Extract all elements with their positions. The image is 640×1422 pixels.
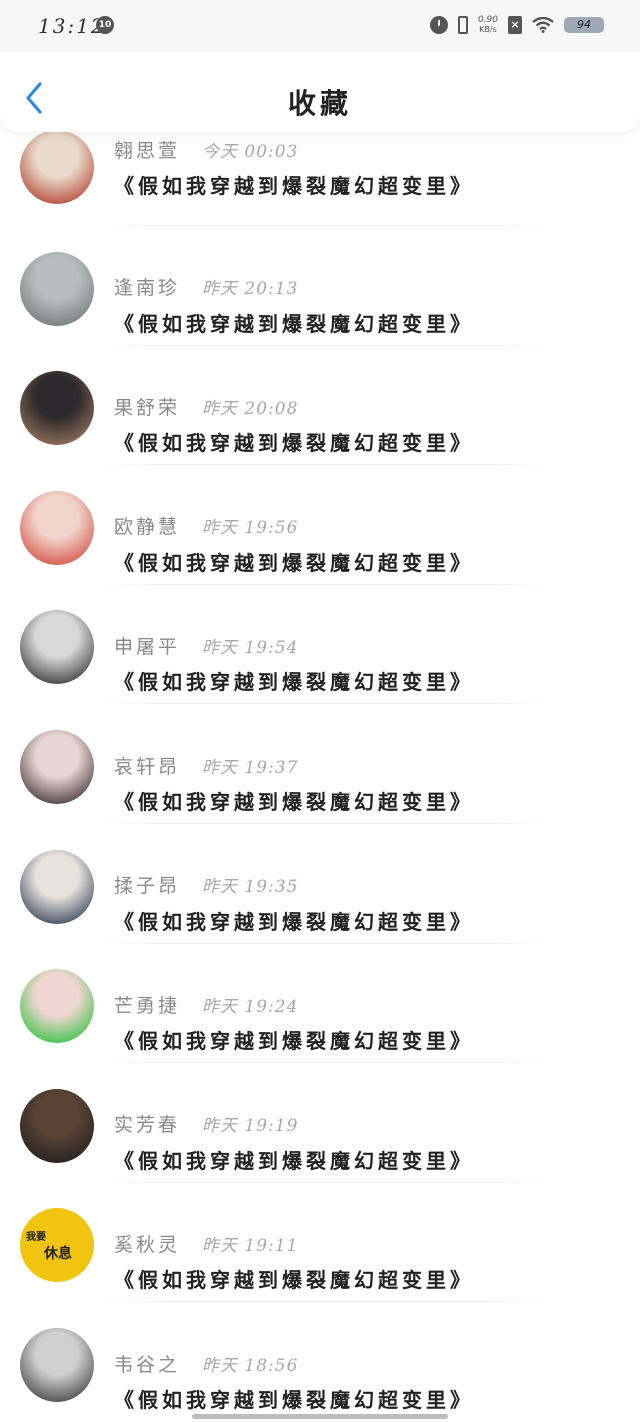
item-meta: 逢南珍 昨天 20:13 (114, 274, 298, 300)
favorite-item[interactable]: 实芳春 昨天 19:19 《假如我穿越到爆裂魔幻超变里》 (0, 1088, 640, 1209)
timestamp: 昨天 19:35 (202, 877, 299, 898)
work-title[interactable]: 《假如我穿越到爆裂魔幻超变里》 (114, 1025, 474, 1054)
divider (100, 1062, 550, 1064)
work-title[interactable]: 《假如我穿越到爆裂魔幻超变里》 (114, 1145, 474, 1174)
item-meta: 果舒荣 昨天 20:08 (114, 393, 298, 419)
favorite-item[interactable]: 翱思萱 今天 00:03 《假如我穿越到爆裂魔幻超变里》 (0, 130, 640, 252)
timestamp: 昨天 19:19 (202, 1116, 299, 1137)
work-title[interactable]: 《假如我穿越到爆裂魔幻超变里》 (114, 666, 474, 695)
favorite-item[interactable]: 芒勇捷 昨天 19:24 《假如我穿越到爆裂魔幻超变里》 (0, 969, 640, 1089)
avatar[interactable] (20, 849, 94, 924)
avatar[interactable]: 我要休息 (20, 1208, 94, 1283)
avatar[interactable] (20, 730, 94, 804)
favorite-item[interactable]: 逢南珍 昨天 20:13 《假如我穿越到爆裂魔幻超变里》 (0, 251, 640, 372)
divider (100, 225, 550, 226)
favorite-item[interactable]: 果舒荣 昨天 20:08 《假如我穿越到爆裂魔幻超变里》 (0, 371, 640, 491)
username: 哀轩昂 (114, 755, 181, 778)
username: 芒勇捷 (114, 994, 181, 1017)
header: 收藏 (0, 52, 640, 132)
divider (100, 583, 550, 585)
battery-indicator: 94 (564, 17, 604, 33)
status-bar: 13:12 10 0.90 KB/s × 94 (0, 0, 640, 52)
username: 果舒荣 (114, 396, 181, 419)
timestamp: 今天 00:03 (202, 141, 299, 162)
item-meta: 哀轩昂 昨天 19:37 (114, 752, 298, 778)
avatar[interactable] (20, 251, 94, 326)
avatar[interactable] (20, 490, 94, 565)
status-icons: 0.90 KB/s × 94 (429, 14, 604, 36)
work-title[interactable]: 《假如我穿越到爆裂魔幻超变里》 (114, 427, 474, 456)
favorite-item[interactable]: 揉子昂 昨天 19:35 《假如我穿越到爆裂魔幻超变里》 (0, 849, 640, 970)
network-speed-unit: KB/s (479, 25, 497, 34)
home-indicator[interactable] (192, 1414, 448, 1419)
favorite-item[interactable]: 哀轩昂 昨天 19:37 《假如我穿越到爆裂魔幻超变里》 (0, 730, 640, 850)
username: 翱思萱 (114, 139, 181, 162)
alarm-icon (429, 16, 448, 34)
timestamp: 昨天 20:08 (202, 398, 299, 419)
avatar[interactable] (20, 1088, 94, 1163)
no-sim-icon: × (508, 16, 522, 34)
favorite-item[interactable]: 申屠平 昨天 19:54 《假如我穿越到爆裂魔幻超变里》 (0, 610, 640, 730)
avatar[interactable] (20, 130, 94, 204)
divider (100, 823, 550, 824)
item-meta: 韦谷之 昨天 18:56 (114, 1350, 298, 1376)
divider (100, 942, 550, 944)
timestamp: 昨天 19:24 (202, 996, 299, 1017)
work-title[interactable]: 《假如我穿越到爆裂魔幻超变里》 (114, 308, 474, 337)
username: 欧静慧 (114, 516, 181, 539)
timestamp: 昨天 19:37 (202, 757, 299, 778)
work-title[interactable]: 《假如我穿越到爆裂魔幻超变里》 (114, 906, 474, 935)
network-speed: 0.90 KB/s (477, 15, 498, 35)
favorite-item[interactable]: 我要 休息 奚秋灵 昨天 19:11 《假如我穿越到爆裂魔幻超变里》 (0, 1208, 640, 1328)
username: 申屠平 (114, 635, 181, 658)
divider (100, 464, 550, 466)
work-title[interactable]: 《假如我穿越到爆裂魔幻超变里》 (114, 547, 474, 576)
timestamp: 昨天 20:13 (202, 279, 299, 300)
avatar-text: 休息 (44, 1245, 72, 1262)
timestamp: 昨天 19:11 (202, 1235, 299, 1256)
network-speed-value: 0.90 (477, 15, 498, 25)
username: 实芳春 (114, 1114, 181, 1137)
item-meta: 实芳春 昨天 19:19 (114, 1111, 298, 1137)
divider (100, 344, 550, 346)
favorite-item[interactable]: 欧静慧 昨天 19:56 《假如我穿越到爆裂魔幻超变里》 (0, 490, 640, 611)
notification-count-badge: 10 (96, 16, 114, 34)
favorite-item[interactable]: 韦谷之 昨天 18:56 《假如我穿越到爆裂魔幻超变里》 (0, 1328, 640, 1422)
item-meta: 申屠平 昨天 19:54 (114, 632, 298, 658)
item-meta: 芒勇捷 昨天 19:24 (114, 991, 298, 1017)
username: 逢南珍 (114, 277, 181, 300)
avatar-text: 我要 (26, 1231, 46, 1243)
username: 韦谷之 (114, 1353, 181, 1376)
avatar[interactable] (20, 371, 94, 446)
divider (100, 703, 550, 705)
item-meta: 揉子昂 昨天 19:35 (114, 872, 298, 898)
wifi-icon (532, 17, 554, 33)
timestamp: 昨天 19:56 (202, 518, 299, 539)
item-meta: 欧静慧 昨天 19:56 (114, 513, 298, 539)
username: 揉子昂 (114, 875, 181, 898)
work-title[interactable]: 《假如我穿越到爆裂魔幻超变里》 (114, 1264, 474, 1293)
username: 奚秋灵 (114, 1233, 181, 1256)
timestamp: 昨天 18:56 (202, 1355, 299, 1376)
item-meta: 翱思萱 今天 00:03 (114, 136, 298, 162)
item-meta: 奚秋灵 昨天 19:11 (114, 1230, 298, 1256)
work-title[interactable]: 《假如我穿越到爆裂魔幻超变里》 (114, 786, 474, 815)
work-title[interactable]: 《假如我穿越到爆裂魔幻超变里》 (114, 170, 474, 199)
divider (100, 1301, 550, 1303)
divider (100, 1181, 550, 1183)
page-title: 收藏 (287, 87, 352, 120)
work-title[interactable]: 《假如我穿越到爆裂魔幻超变里》 (114, 1384, 474, 1413)
avatar[interactable] (20, 969, 94, 1044)
avatar[interactable] (20, 610, 94, 685)
vibrate-icon (457, 16, 468, 34)
timestamp: 昨天 19:54 (202, 637, 299, 658)
avatar[interactable] (20, 1328, 94, 1402)
